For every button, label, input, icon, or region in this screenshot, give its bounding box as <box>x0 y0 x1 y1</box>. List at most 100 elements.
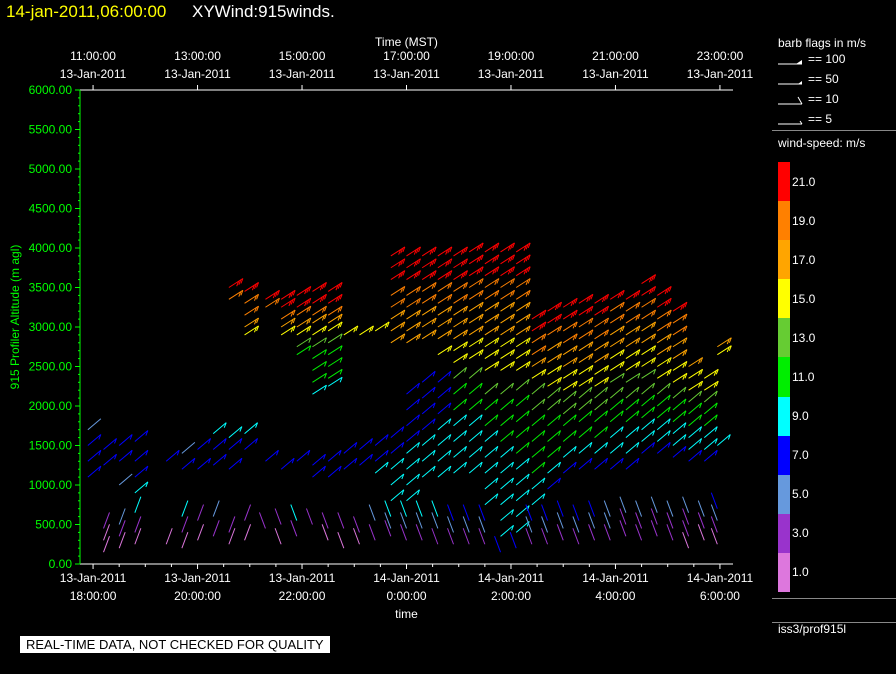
wind-barb <box>390 457 405 470</box>
wind-barb <box>468 337 484 348</box>
wind-barb-staff <box>500 414 514 427</box>
colorbar-segment <box>778 552 790 593</box>
wind-barb <box>578 305 594 316</box>
wind-barb-staff <box>374 461 389 474</box>
wind-barb-staff <box>165 449 180 462</box>
x-tick-date-label: 14-Jan-2011 <box>373 571 440 585</box>
wind-barb <box>87 418 102 431</box>
wind-barb-staff <box>134 430 149 442</box>
x-tick-date-label: 13-Jan-2011 <box>60 571 127 585</box>
wind-barb <box>296 345 312 356</box>
wind-barb-staff <box>421 418 436 431</box>
wind-barb-staff <box>181 442 196 454</box>
wind-barb <box>484 289 500 300</box>
wind-barb <box>390 297 406 308</box>
wind-barb <box>515 457 530 470</box>
wind-barb <box>656 321 672 332</box>
wind-barb <box>312 293 327 304</box>
barb-legend-label: == 10 <box>808 92 839 106</box>
wind-barb <box>406 297 421 308</box>
wind-barb-staff <box>562 390 577 403</box>
wind-barb <box>421 418 436 431</box>
wind-barb <box>578 364 594 375</box>
wind-barb-staff <box>625 398 640 411</box>
wind-barb <box>500 414 514 427</box>
wind-barb <box>494 535 502 553</box>
wind-barb-staff <box>515 489 530 502</box>
wind-barb <box>468 242 484 253</box>
y-tick-label: 5000.00 <box>29 162 73 176</box>
wind-barb <box>531 382 546 395</box>
wind-barb <box>312 325 327 336</box>
y-tick-label: 1500.00 <box>29 439 73 453</box>
wind-barb <box>703 390 718 403</box>
wind-barb <box>672 372 688 383</box>
wind-barb-staff <box>181 516 189 533</box>
wind-barb-staff <box>515 457 530 470</box>
wind-barb <box>312 313 327 324</box>
wind-barb <box>390 426 405 438</box>
wind-barb <box>453 366 467 379</box>
wind-barb <box>609 313 625 324</box>
wind-barb <box>500 349 515 360</box>
wind-barb <box>368 524 376 541</box>
colorbar-label: 17.0 <box>792 252 816 267</box>
wind-barb <box>406 258 421 269</box>
wind-barb <box>312 282 327 292</box>
wind-barb <box>453 382 467 395</box>
wind-barb <box>672 445 687 458</box>
wind-barb <box>515 313 531 324</box>
wind-barb <box>437 305 453 316</box>
wind-barb-staff <box>562 402 577 415</box>
wind-barb <box>312 361 327 371</box>
wind-barb <box>641 333 657 344</box>
y-tick-label: 2500.00 <box>29 360 73 374</box>
wind-barb-staff <box>212 520 220 537</box>
wind-barb <box>609 426 624 438</box>
wind-barb <box>594 410 609 423</box>
wind-barb <box>625 442 640 454</box>
wind-barb <box>327 465 342 478</box>
wind-barb <box>594 317 610 328</box>
wind-barb <box>484 445 499 458</box>
wind-barb-staff <box>641 418 655 431</box>
wind-barb <box>594 293 610 304</box>
wind-barb-staff <box>390 426 405 438</box>
wind-barb <box>258 512 266 529</box>
wind-barb <box>547 398 562 411</box>
wind-barb-staff <box>562 430 577 442</box>
top-x-tick-time-label: 17:00:00 <box>383 49 430 63</box>
wind-barb-staff <box>437 386 452 399</box>
wind-barb <box>484 361 500 371</box>
wind-barb <box>515 337 531 348</box>
wind-barb-staff <box>547 430 561 442</box>
wind-barb-staff <box>453 461 467 474</box>
wind-barb <box>453 246 468 257</box>
wind-barb <box>531 414 546 427</box>
wind-barb-staff <box>484 430 499 442</box>
wind-barb <box>437 434 452 446</box>
wind-barb <box>547 477 562 490</box>
wind-barb <box>703 402 718 415</box>
wind-barb-staff <box>468 430 483 442</box>
wind-barb <box>165 449 180 462</box>
wind-barb <box>244 305 260 316</box>
wind-barb <box>265 297 280 308</box>
wind-barb <box>327 313 343 324</box>
wind-barb <box>374 449 389 462</box>
wind-barb <box>609 301 625 312</box>
wind-barb-staff <box>337 512 345 529</box>
wind-barb <box>500 301 515 312</box>
wind-barb <box>406 382 420 395</box>
wind-barb <box>244 282 260 292</box>
wind-barb <box>500 313 515 324</box>
wind-barb <box>468 266 484 277</box>
wind-barb <box>337 532 345 549</box>
wind-barb <box>437 246 453 257</box>
wind-barb-staff <box>531 414 546 427</box>
wind-barb-staff <box>406 398 420 411</box>
wind-barb <box>421 282 437 292</box>
wind-barb-staff <box>500 493 514 506</box>
barb-flags-title: barb flags in m/s <box>778 36 867 50</box>
wind-barb <box>484 242 500 253</box>
